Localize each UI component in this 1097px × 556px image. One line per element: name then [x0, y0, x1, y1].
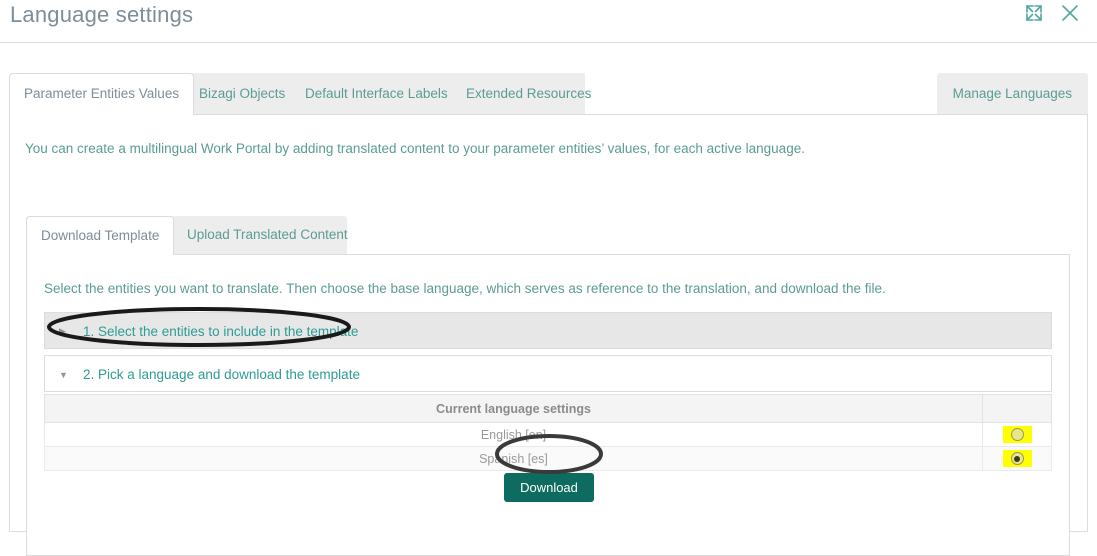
language-settings-table: Current language settings English [en] S…: [44, 394, 1052, 471]
column-header-select: [982, 394, 1052, 423]
tab-bizagi-objects[interactable]: Bizagi Objects: [185, 73, 299, 114]
tab-label: Default Interface Labels: [305, 86, 448, 101]
main-tabstrip: Parameter Entities Values Bizagi Objects…: [9, 73, 1088, 115]
highlight-english-radio: [1002, 426, 1032, 443]
accordion-label: 2. Pick a language and download the temp…: [83, 367, 360, 382]
tab-download-template[interactable]: Download Template: [26, 216, 175, 255]
cell-language-radio: [982, 446, 1052, 471]
column-header-current-language-settings: Current language settings: [44, 394, 983, 423]
table-row[interactable]: English [en]: [44, 422, 1052, 447]
tab-label: Upload Translated Content: [187, 227, 348, 242]
tab-label: Manage Languages: [952, 86, 1072, 101]
window-header: Language settings: [0, 0, 1097, 43]
download-button[interactable]: Download: [504, 473, 594, 502]
accordion-label: 1. Select the entities to include in the…: [83, 324, 359, 339]
panel-body: You can create a multilingual Work Porta…: [9, 114, 1088, 556]
radio-spanish[interactable]: [1010, 452, 1024, 465]
tab-default-interface-labels[interactable]: Default Interface Labels: [291, 73, 462, 114]
inner-tabstrip: Download Template Upload Translated Cont…: [26, 216, 1070, 255]
tab-label: Parameter Entities Values: [24, 86, 180, 101]
table-header-row: Current language settings: [44, 394, 1052, 423]
highlight-spanish-radio: [1002, 450, 1032, 467]
inner-description: Select the entities you want to translat…: [44, 281, 886, 296]
tab-parameter-entities-values[interactable]: Parameter Entities Values: [9, 73, 195, 115]
chevron-right-icon: ▶: [59, 326, 66, 336]
table-row[interactable]: Spanish [es]: [44, 446, 1052, 471]
tab-label: Download Template: [41, 228, 160, 243]
window-controls: [1023, 2, 1081, 24]
tab-manage-languages[interactable]: Manage Languages: [936, 73, 1088, 114]
chevron-down-icon: ▼: [59, 369, 68, 380]
close-icon[interactable]: [1059, 2, 1081, 24]
tab-label: Bizagi Objects: [199, 86, 286, 101]
intro-description: You can create a multilingual Work Porta…: [25, 141, 805, 156]
page-title: Language settings: [10, 2, 194, 27]
inner-panel: Select the entities you want to translat…: [26, 254, 1070, 556]
accordion-select-entities[interactable]: ▶ 1. Select the entities to include in t…: [44, 312, 1052, 349]
language-settings-panel: Parameter Entities Values Bizagi Objects…: [9, 73, 1088, 556]
expand-icon[interactable]: [1023, 2, 1045, 24]
radio-english[interactable]: [1010, 428, 1024, 441]
cell-language-name: Spanish [es]: [44, 446, 983, 471]
cell-language-name: English [en]: [44, 422, 983, 447]
tab-label: Extended Resources: [466, 86, 592, 101]
cell-language-radio: [982, 422, 1052, 447]
download-template-section: Download Template Upload Translated Cont…: [26, 216, 1070, 556]
tab-extended-resources[interactable]: Extended Resources: [452, 73, 605, 114]
download-button-row: Download: [27, 473, 1071, 502]
accordion-pick-language[interactable]: ▼ 2. Pick a language and download the te…: [44, 355, 1052, 392]
tab-upload-translated-content[interactable]: Upload Translated Content: [173, 216, 362, 254]
